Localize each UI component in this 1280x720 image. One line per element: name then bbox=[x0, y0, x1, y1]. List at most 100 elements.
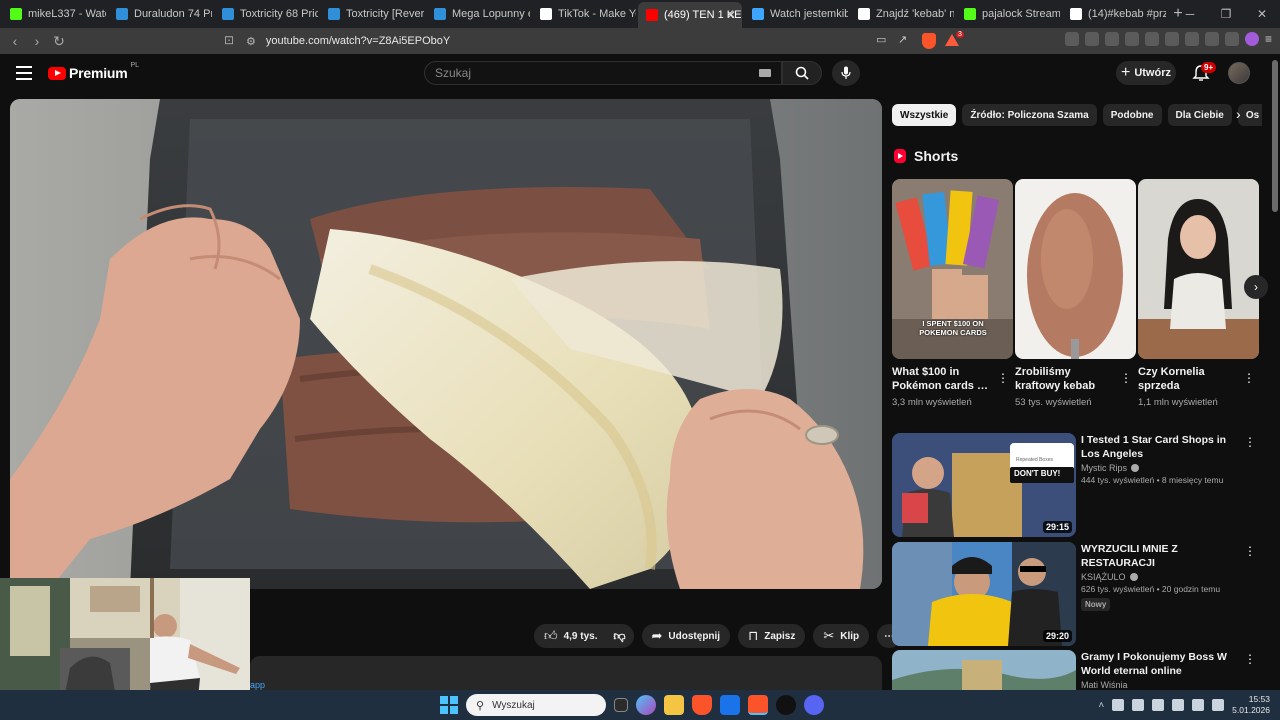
short-thumbnail[interactable] bbox=[1015, 179, 1136, 359]
share-page-icon[interactable]: ↗ bbox=[898, 33, 907, 46]
more-vert-icon[interactable]: ⋮ bbox=[1244, 544, 1256, 558]
more-vert-icon[interactable]: ⋮ bbox=[1244, 652, 1256, 666]
menu-icon[interactable]: ≡ bbox=[1265, 32, 1272, 46]
filter-chip[interactable]: Dla Ciebie bbox=[1167, 104, 1232, 126]
microphone-icon[interactable] bbox=[1172, 699, 1185, 711]
like-button[interactable]: 👍︎ 4,9 tys. bbox=[534, 624, 606, 648]
discord-icon[interactable] bbox=[804, 695, 824, 715]
filter-chip[interactable]: Os bbox=[1237, 104, 1262, 126]
network-icon[interactable] bbox=[1192, 699, 1205, 711]
app-icon[interactable] bbox=[776, 695, 796, 715]
short-title[interactable]: Zrobiliśmy kraftowy kebab wołowy ! bbox=[1015, 365, 1115, 393]
more-vert-icon[interactable]: ⋮ bbox=[1244, 435, 1256, 449]
page-scrollbar[interactable] bbox=[1272, 60, 1278, 212]
short-item[interactable]: I SPENT $100 ON POKEMON CARDS What $100 … bbox=[892, 179, 1013, 408]
restore-icon[interactable]: ❐ bbox=[1208, 7, 1244, 21]
browser-tab[interactable]: (469) TEN 1 KE ✕ bbox=[638, 2, 742, 28]
browser-tab[interactable]: TikTok - Make Your bbox=[532, 3, 636, 25]
browser-tab[interactable]: Watch jestemkibice bbox=[744, 3, 848, 25]
taskbar-search[interactable]: ⚲ Wyszukaj bbox=[466, 694, 606, 716]
chevron-right-icon[interactable]: › bbox=[1236, 106, 1241, 122]
site-info-icon[interactable]: ⚙ bbox=[246, 35, 256, 48]
browser-tab[interactable]: (14)#kebab #przep bbox=[1062, 3, 1166, 25]
more-vert-icon[interactable]: ⋮ bbox=[1243, 371, 1255, 385]
puzzle-icon[interactable] bbox=[1084, 32, 1099, 46]
wallet-icon[interactable] bbox=[1184, 32, 1199, 46]
browser-tab[interactable]: pajalock Stream - W bbox=[956, 3, 1060, 25]
brave-browser-icon[interactable] bbox=[692, 695, 712, 715]
search-input[interactable]: Szukaj bbox=[424, 61, 782, 85]
search-button[interactable] bbox=[782, 61, 822, 85]
close-tab-icon[interactable]: ✕ bbox=[726, 8, 736, 22]
share-button[interactable]: ➦ Udostępnij bbox=[641, 624, 731, 648]
vpn-icon[interactable] bbox=[1224, 32, 1239, 46]
filter-chip[interactable]: Podobne bbox=[1102, 104, 1162, 126]
hamburger-menu-icon[interactable] bbox=[16, 66, 32, 80]
onedrive-icon[interactable] bbox=[1132, 699, 1145, 711]
cast-icon[interactable]: ▭ bbox=[876, 33, 886, 46]
recommendation-item[interactable]: Repeated Boxes DON'T BUY! 29:15 I Tested… bbox=[892, 433, 1262, 537]
extension-icon[interactable] bbox=[1104, 32, 1119, 46]
extension-icon[interactable] bbox=[1124, 32, 1139, 46]
tray-overflow-icon[interactable]: ˄ bbox=[1098, 700, 1104, 711]
extension-icon[interactable] bbox=[1064, 32, 1079, 46]
microsoft-store-icon[interactable] bbox=[720, 695, 740, 715]
create-button[interactable]: + Utwórz bbox=[1116, 61, 1176, 85]
filter-chip[interactable]: Wszystkie bbox=[892, 104, 957, 126]
brave-browser-active-icon[interactable] bbox=[748, 695, 768, 715]
save-button[interactable]: ⊓ Zapisz bbox=[738, 624, 806, 648]
video-title[interactable]: I Tested 1 Star Card Shops in Los Angele… bbox=[1081, 433, 1241, 461]
sidebar-icon[interactable] bbox=[1164, 32, 1179, 46]
channel-name[interactable]: Mystic Rips bbox=[1081, 463, 1241, 473]
short-title[interactable]: Czy Kornelia sprzeda pierścion… bbox=[1138, 365, 1238, 393]
url-field[interactable]: ⚙ youtube.com/watch?v=Z8Ai5EPOboY bbox=[246, 31, 886, 51]
back-icon[interactable]: ‹ bbox=[4, 33, 26, 49]
task-view-icon[interactable] bbox=[614, 698, 628, 712]
browser-tab[interactable]: Duraludon 74 Prices bbox=[108, 3, 212, 25]
filter-chip[interactable]: Źródło: Policzona Szama bbox=[962, 104, 1097, 126]
forward-icon[interactable]: › bbox=[26, 33, 48, 49]
minimize-icon[interactable]: ─ bbox=[1172, 7, 1208, 21]
dislike-button[interactable]: 👎︎ bbox=[605, 624, 634, 648]
browser-tab[interactable]: Znajdź 'kebab' na T bbox=[850, 3, 954, 25]
short-thumbnail[interactable] bbox=[1138, 179, 1259, 359]
short-item[interactable]: Zrobiliśmy kraftowy kebab wołowy ! 53 ty… bbox=[1015, 179, 1136, 408]
volume-icon[interactable] bbox=[1212, 699, 1225, 711]
short-title[interactable]: What $100 in Pokémon cards … bbox=[892, 365, 992, 393]
profile-icon[interactable] bbox=[1244, 32, 1259, 46]
video-thumbnail[interactable] bbox=[892, 650, 1076, 690]
system-clock[interactable]: 15:53 5.01.2026 bbox=[1232, 694, 1270, 716]
browser-tab[interactable]: mikeL337 - Watch bbox=[2, 3, 106, 25]
keyboard-icon[interactable] bbox=[759, 69, 771, 77]
browser-tab[interactable]: Mega Lopunny ex bbox=[426, 3, 530, 25]
short-thumbnail[interactable]: I SPENT $100 ON POKEMON CARDS bbox=[892, 179, 1013, 359]
tray-app-icon[interactable] bbox=[1152, 699, 1165, 711]
voice-search-button[interactable] bbox=[832, 60, 860, 86]
video-thumbnail[interactable]: 29:20 bbox=[892, 542, 1076, 646]
video-title[interactable]: WYRZUCILI MNIE Z RESTAURACJI bbox=[1081, 542, 1241, 570]
reload-icon[interactable]: ↻ bbox=[48, 33, 70, 50]
file-explorer-icon[interactable] bbox=[664, 695, 684, 715]
more-vert-icon[interactable]: ⋮ bbox=[1120, 371, 1132, 385]
music-icon[interactable] bbox=[1144, 32, 1159, 46]
leo-icon[interactable] bbox=[1204, 32, 1219, 46]
tray-app-icon[interactable] bbox=[1112, 699, 1125, 711]
bookmark-icon[interactable]: ⊡ bbox=[218, 33, 240, 47]
brave-shield-icon[interactable] bbox=[922, 33, 936, 49]
youtube-logo[interactable]: Premium PL bbox=[48, 62, 139, 81]
close-window-icon[interactable]: ✕ bbox=[1244, 7, 1280, 21]
browser-tab[interactable]: Toxtricity 68 Prices bbox=[214, 3, 318, 25]
account-avatar[interactable] bbox=[1228, 62, 1250, 84]
clip-button[interactable]: ✂ Klip bbox=[813, 624, 870, 648]
description-link[interactable]: app bbox=[250, 680, 265, 690]
video-title[interactable]: Gramy I Pokonujemy Boss W World eternal … bbox=[1081, 650, 1241, 678]
more-vert-icon[interactable]: ⋮ bbox=[997, 371, 1009, 385]
video-player[interactable] bbox=[10, 99, 882, 589]
shorts-next-button[interactable]: › bbox=[1244, 275, 1268, 299]
channel-name[interactable]: Mati Wiśnia bbox=[1081, 680, 1241, 690]
recommendation-item[interactable]: Gramy I Pokonujemy Boss W World eternal … bbox=[892, 650, 1262, 690]
windows-start-icon[interactable] bbox=[440, 696, 458, 714]
channel-name[interactable]: KSIĄŻULO bbox=[1081, 572, 1241, 582]
copilot-icon[interactable] bbox=[636, 695, 656, 715]
short-item[interactable]: Czy Kornelia sprzeda pierścion… 1,1 mln … bbox=[1138, 179, 1259, 408]
